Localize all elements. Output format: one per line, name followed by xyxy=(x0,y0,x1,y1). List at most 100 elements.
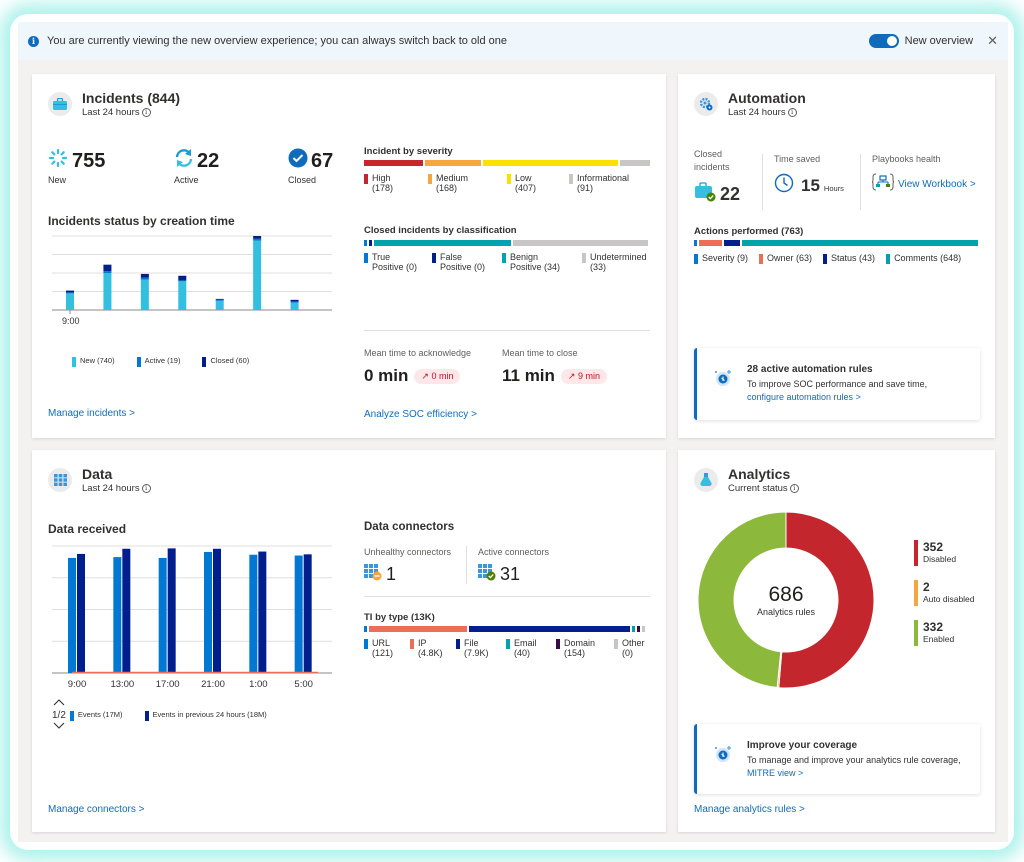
info-icon[interactable]: i xyxy=(141,107,151,117)
bar-events[interactable] xyxy=(113,557,122,673)
severity-low[interactable]: Low (407) xyxy=(507,173,569,193)
chevron-down-icon[interactable] xyxy=(52,722,66,733)
data-received-title: Data received xyxy=(48,522,127,536)
ti-url[interactable]: URL (121) xyxy=(364,638,410,658)
bar-closed[interactable] xyxy=(140,273,149,278)
bar-active[interactable] xyxy=(290,301,299,303)
mitre-view-link[interactable]: MITRE view > xyxy=(747,768,803,778)
info-icon[interactable]: i xyxy=(141,483,151,493)
manage-incidents-link[interactable]: Manage incidents > xyxy=(48,408,135,419)
unhealthy-connectors[interactable]: Unhealthy connectors 1 xyxy=(364,547,451,586)
bar-active[interactable] xyxy=(178,280,187,282)
analyze-soc-link[interactable]: Analyze SOC efficiency > xyxy=(364,409,477,420)
close-icon[interactable]: ✕ xyxy=(987,33,998,49)
ti-domain[interactable]: Domain (154) xyxy=(556,638,614,658)
bar-events-previous[interactable] xyxy=(213,548,221,673)
configure-automation-link[interactable]: configure automation rules > xyxy=(747,392,861,402)
bar-new[interactable] xyxy=(215,300,224,310)
bar-events-previous[interactable] xyxy=(77,553,85,673)
clock-icon xyxy=(774,173,794,198)
bar-active[interactable] xyxy=(103,271,112,273)
class-true-positive[interactable]: True Positive (0) xyxy=(364,252,432,272)
bar-events-previous[interactable] xyxy=(122,548,131,673)
bar-segment[interactable] xyxy=(364,160,424,166)
legend-events[interactable]: Events (17M) xyxy=(69,710,123,721)
bar-segment[interactable] xyxy=(724,240,740,246)
severity-high[interactable]: High (178) xyxy=(364,173,428,193)
new-overview-toggle[interactable] xyxy=(868,34,899,48)
active-connectors[interactable]: Active connectors 31 xyxy=(478,547,549,586)
stat-new[interactable]: 755 New xyxy=(48,148,105,185)
bar-closed[interactable] xyxy=(215,298,224,300)
stat-closed[interactable]: 67 Closed xyxy=(288,148,333,185)
bar-active[interactable] xyxy=(140,277,149,280)
legend-enabled[interactable]: 332 Enabled xyxy=(914,620,975,646)
class-undetermined[interactable]: Undetermined (33) xyxy=(582,252,647,272)
bar-segment[interactable] xyxy=(482,160,618,166)
bar-events[interactable] xyxy=(294,555,303,673)
view-workbook-link[interactable]: View Workbook > xyxy=(898,179,976,190)
bar-new[interactable] xyxy=(140,279,149,310)
bar-events-previous[interactable] xyxy=(167,548,176,673)
bar-new[interactable] xyxy=(66,293,74,310)
bar-segment[interactable] xyxy=(699,240,723,246)
ti-email[interactable]: Email (40) xyxy=(506,638,556,658)
legend-active[interactable]: Active (19) xyxy=(136,356,180,367)
bar-segment[interactable] xyxy=(425,160,481,166)
legend-new[interactable]: New (740) xyxy=(72,356,115,367)
severity-legend: High (178) Medium (168) Low (407) Informati… xyxy=(364,173,654,193)
bar-segment[interactable] xyxy=(619,160,650,166)
briefcase-check-icon xyxy=(694,182,716,207)
bar-new[interactable] xyxy=(253,240,262,310)
automation-closed-incidents: Closed incidents 22 xyxy=(694,148,748,207)
bar-new[interactable] xyxy=(290,302,299,310)
mtta-delta-badge: ↗ 0 min xyxy=(414,369,461,385)
bar-segment[interactable] xyxy=(694,240,698,246)
bar-active[interactable] xyxy=(253,238,262,241)
bar-active[interactable] xyxy=(66,292,74,294)
legend-events-previous[interactable]: Events in previous 24 hours (18M) xyxy=(144,710,267,721)
class-false-positive[interactable]: False Positive (0) xyxy=(432,252,502,272)
action-owner[interactable]: Owner (63) xyxy=(759,253,812,264)
bar-closed[interactable] xyxy=(178,275,187,281)
new-spinner-icon xyxy=(48,148,68,174)
bar-closed[interactable] xyxy=(253,236,262,239)
bar-closed[interactable] xyxy=(66,290,74,293)
bar-events[interactable] xyxy=(68,557,76,673)
manage-connectors-link[interactable]: Manage connectors > xyxy=(48,804,144,815)
bar-events[interactable] xyxy=(158,557,167,673)
bar-new[interactable] xyxy=(178,281,187,310)
bar-events-previous[interactable] xyxy=(303,554,312,673)
info-icon[interactable]: i xyxy=(789,483,799,493)
bar-segment[interactable] xyxy=(741,240,978,246)
severity-bar xyxy=(364,160,650,166)
automation-time-saved: Time saved 15 Hours xyxy=(774,154,844,198)
info-icon[interactable]: i xyxy=(787,107,797,117)
bar-events[interactable] xyxy=(249,554,258,673)
ti-other[interactable]: Other (0) xyxy=(614,638,645,658)
action-severity[interactable]: Severity (9) xyxy=(694,253,748,264)
legend-closed[interactable]: Closed (60) xyxy=(202,356,249,367)
actions-title: Actions performed (763) xyxy=(694,226,804,237)
manage-analytics-rules-link[interactable]: Manage analytics rules > xyxy=(694,804,805,815)
severity-informational[interactable]: Informational (91) xyxy=(569,173,629,193)
workflow-icon xyxy=(871,173,895,196)
bar-new[interactable] xyxy=(103,273,112,310)
bar-closed[interactable] xyxy=(290,299,299,302)
legend-disabled[interactable]: 352 Disabled xyxy=(914,540,975,566)
ti-ip[interactable]: IP (4.8K) xyxy=(410,638,456,658)
stat-active[interactable]: 22 Active xyxy=(174,148,219,185)
bar-events-previous[interactable] xyxy=(258,551,267,673)
bar-closed[interactable] xyxy=(103,264,112,272)
chevron-up-icon[interactable] xyxy=(52,698,66,709)
action-comments[interactable]: Comments (648) xyxy=(886,253,961,264)
divider xyxy=(466,546,467,584)
ti-file[interactable]: File (7.9K) xyxy=(456,638,506,658)
bar-active[interactable] xyxy=(215,299,224,301)
bar-events[interactable] xyxy=(204,551,212,673)
legend-auto-disabled[interactable]: 2 Auto disabled xyxy=(914,580,975,606)
action-status[interactable]: Status (43) xyxy=(823,253,875,264)
severity-medium[interactable]: Medium (168) xyxy=(428,173,507,193)
class-benign-positive[interactable]: Benign Positive (34) xyxy=(502,252,582,272)
connector-warning-icon xyxy=(364,563,382,586)
